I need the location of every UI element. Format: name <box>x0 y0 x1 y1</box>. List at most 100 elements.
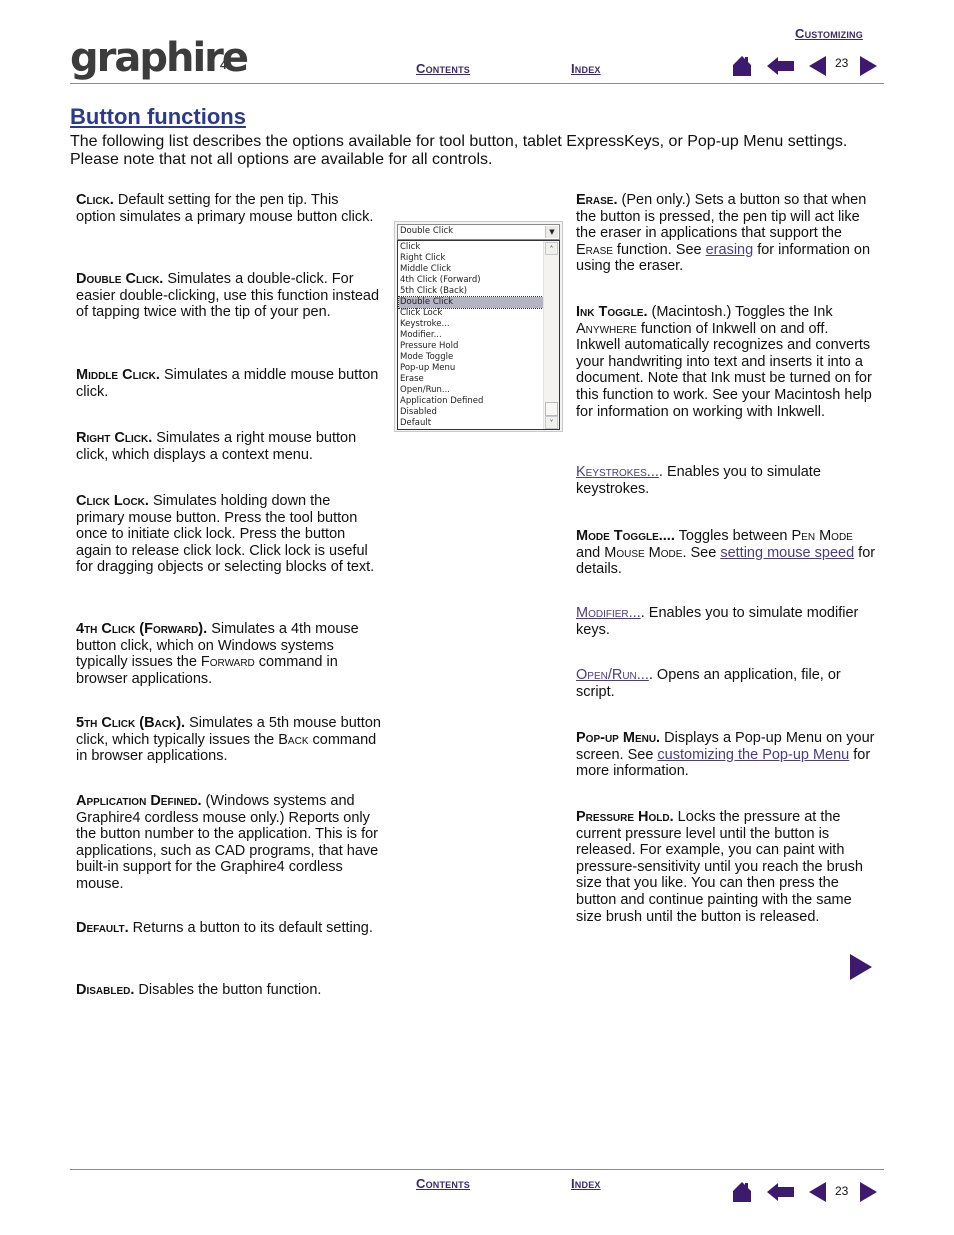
desc-mode-toggle-see: . See <box>682 544 721 561</box>
dropdown-option[interactable]: Modifier... <box>399 330 543 341</box>
section-link-customizing[interactable]: Customizing <box>795 26 863 41</box>
dropdown-option[interactable]: 5th Click (Back) <box>399 286 543 297</box>
term-5th-click: 5th Click (Back). <box>76 715 186 731</box>
entry-right-click: Right Click. Simulates a right mouse but… <box>76 430 381 463</box>
continue-next-page-icon[interactable] <box>850 954 872 980</box>
term-middle-click: Middle Click. <box>76 367 160 383</box>
open-run-link[interactable]: Open/Run... <box>576 667 649 683</box>
entry-click-lock: Click Lock. Simulates holding down the p… <box>76 493 381 576</box>
entry-ink-toggle: Ink Toggle. (Macintosh.) Toggles the Ink… <box>576 304 876 420</box>
term-default: Default. <box>76 920 129 936</box>
dropdown-option[interactable]: Double Click <box>398 296 544 309</box>
index-link[interactable]: Index <box>571 61 601 76</box>
erase-function-name: Erase <box>576 241 613 258</box>
dropdown-selected-value: Double Click <box>400 226 454 236</box>
scroll-up-icon[interactable]: ˄ <box>545 242 558 255</box>
footer-next-page-icon[interactable] <box>860 1182 877 1202</box>
customizing-popup-menu-link[interactable]: customizing the Pop-up Menu <box>657 747 849 763</box>
term-click-lock: Click Lock. <box>76 493 149 509</box>
pen-mode-label: Pen Mode <box>791 528 853 544</box>
next-page-icon[interactable] <box>860 56 877 76</box>
entry-open-run: Open/Run.... Opens an application, file,… <box>576 667 876 700</box>
footer-previous-page-icon[interactable] <box>809 1182 826 1202</box>
entry-5th-click: 5th Click (Back). Simulates a 5th mouse … <box>76 715 381 765</box>
back-command: Back <box>278 731 309 748</box>
mouse-mode-label: Mouse Mode <box>604 544 683 561</box>
desc-mode-toggle: Toggles between <box>674 528 792 544</box>
entry-mode-toggle: Mode Toggle.... Toggles between Pen Mode… <box>576 528 876 578</box>
entry-modifier: Modifier.... Enables you to simulate mod… <box>576 605 876 638</box>
term-disabled: Disabled. <box>76 982 135 998</box>
page-number: 23 <box>835 56 849 70</box>
entry-disabled: Disabled. Disables the button function. <box>76 982 321 999</box>
scroll-down-icon[interactable]: ˅ <box>545 416 558 429</box>
entry-erase: Erase. (Pen only.) Sets a button so that… <box>576 192 876 275</box>
term-ink-toggle: Ink Toggle. <box>576 304 648 320</box>
button-function-dropdown: Double Click ▼ Default Disabled Applicatio… <box>394 221 563 432</box>
entry-click: Click. Default setting for the pen tip. … <box>76 192 381 225</box>
desc-erase-mid: function. See <box>612 241 706 258</box>
dropdown-option[interactable]: Right Click <box>399 253 543 264</box>
desc-mode-toggle-and: and <box>576 544 605 561</box>
dropdown-option[interactable]: Disabled <box>399 407 543 418</box>
desc-ink-toggle: (Macintosh.) Toggles the Ink <box>647 304 833 320</box>
modifier-link[interactable]: Modifier... <box>576 605 641 621</box>
dropdown-option[interactable]: Open/Run... <box>399 385 543 396</box>
dropdown-option[interactable]: 4th Click (Forward) <box>399 275 543 286</box>
term-popup-menu: Pop-up Menu. <box>576 730 661 746</box>
dropdown-option[interactable]: Mode Toggle <box>399 352 543 363</box>
term-4th-click: 4th Click (Forward). <box>76 621 208 637</box>
footer-divider <box>70 1169 884 1170</box>
scroll-thumb[interactable] <box>545 402 558 416</box>
entry-double-click: Double Click. Simulates a double-click. … <box>76 271 381 321</box>
dropdown-option[interactable]: Default <box>399 418 543 429</box>
desc-pressure-hold: Locks the pressure at the current pressu… <box>576 809 863 925</box>
dropdown-option[interactable]: Keystroke... <box>399 319 543 330</box>
logo-suffix: 4 <box>220 58 227 72</box>
keystrokes-link[interactable]: Keystrokes... <box>576 464 659 480</box>
dropdown-option[interactable]: Erase <box>399 374 543 385</box>
graphire-logo: graphire 4 <box>70 38 249 80</box>
footer-index-link[interactable]: Index <box>571 1176 601 1191</box>
term-double-click: Double Click. <box>76 271 164 287</box>
entry-popup-menu: Pop-up Menu. Displays a Pop-up Menu on y… <box>576 730 876 780</box>
footer-back-arrow-icon[interactable] <box>767 1183 794 1201</box>
footer-home-icon[interactable] <box>732 1181 752 1203</box>
desc-disabled: Disables the button function. <box>134 982 322 998</box>
back-arrow-icon[interactable] <box>767 57 794 75</box>
dropdown-option[interactable]: Pressure Hold <box>399 341 543 352</box>
footer-page-number: 23 <box>835 1184 849 1198</box>
chevron-down-icon[interactable]: ▼ <box>545 226 558 238</box>
term-application-defined: Application Defined. <box>76 793 202 809</box>
term-pressure-hold: Pressure Hold. <box>576 809 674 825</box>
entry-middle-click: Middle Click. Simulates a middle mouse b… <box>76 367 381 400</box>
dropdown-option[interactable]: Click <box>399 242 543 253</box>
entry-keystrokes: Keystrokes.... Enables you to simulate k… <box>576 464 876 497</box>
dropdown-options-list: Default Disabled Application Defined Open/R… <box>397 240 560 430</box>
erasing-link[interactable]: erasing <box>706 242 754 258</box>
dropdown-selected-field[interactable]: Double Click ▼ <box>397 224 560 240</box>
forward-command: Forward <box>200 654 255 671</box>
dropdown-scrollbar[interactable]: ˄ ˅ <box>543 241 559 429</box>
term-erase: Erase. <box>576 192 618 208</box>
desc-erase: (Pen only.) Sets a button so that when t… <box>576 192 867 242</box>
entry-default: Default. Returns a button to its default… <box>76 920 373 937</box>
home-icon[interactable] <box>732 55 752 77</box>
previous-page-icon[interactable] <box>809 56 826 76</box>
dropdown-option[interactable]: Pop-up Menu <box>399 363 543 374</box>
entry-4th-click: 4th Click (Forward). Simulates a 4th mou… <box>76 621 381 687</box>
term-click: Click. <box>76 192 114 208</box>
dropdown-option[interactable]: Click Lock <box>399 308 543 319</box>
entry-pressure-hold: Pressure Hold. Locks the pressure at the… <box>576 809 876 925</box>
page-title: Button functions <box>70 104 246 129</box>
dropdown-option[interactable]: Application Defined <box>399 396 543 407</box>
term-right-click: Right Click. <box>76 430 153 446</box>
desc-default: Returns a button to its default setting. <box>128 920 373 936</box>
setting-mouse-speed-link[interactable]: setting mouse speed <box>720 545 854 561</box>
dropdown-option[interactable]: Middle Click <box>399 264 543 275</box>
header-divider <box>70 83 884 84</box>
contents-link[interactable]: Contents <box>416 61 470 76</box>
footer-contents-link[interactable]: Contents <box>416 1176 470 1191</box>
anywhere-label: Anywhere <box>576 320 637 337</box>
intro-paragraph: The following list describes the options… <box>70 133 848 168</box>
